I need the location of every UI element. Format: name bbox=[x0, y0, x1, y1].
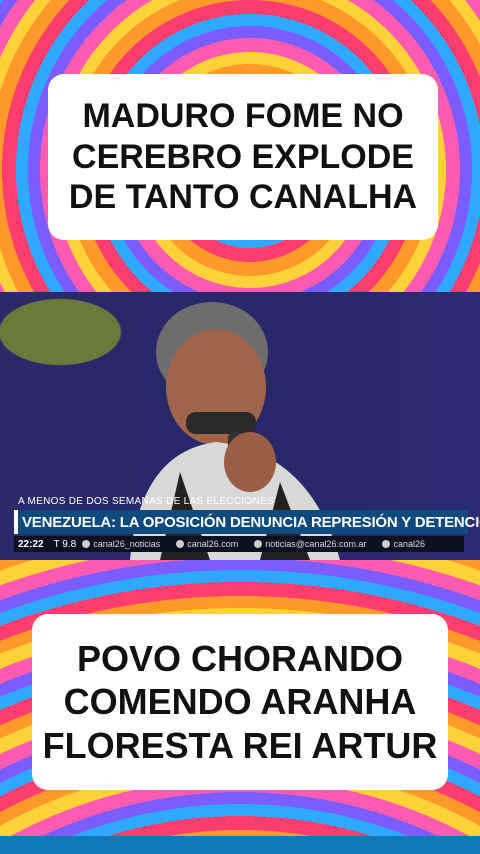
temperature: T 9.8 bbox=[53, 538, 77, 550]
ticker-label: canal26.com bbox=[187, 539, 239, 549]
ticker-item-twitter: canal26_noticias bbox=[82, 539, 176, 549]
news-kicker: A MENOS DE DOS SEMANAS DE LAS ELECCIONES bbox=[18, 496, 274, 507]
news-video-frame[interactable]: A MENOS DE DOS SEMANAS DE LAS ELECCIONES… bbox=[0, 292, 480, 560]
ticker-item-email: noticias@canal26.com.ar bbox=[254, 539, 382, 549]
bottom-caption-card: POVO CHORANDO COMENDO ARANHA FLORESTA RE… bbox=[32, 614, 448, 790]
ticker-item-web: canal26.com bbox=[176, 539, 254, 549]
ticker-item-instagram: canal26 bbox=[382, 539, 441, 549]
globe-icon bbox=[176, 540, 185, 548]
headline-bar: VENEZUELA: LA OPOSICIÓN DENUNCIA REPRESI… bbox=[14, 510, 480, 534]
news-ticker: 22:22 T 9.8 canal26_noticias canal26.com… bbox=[14, 536, 464, 552]
ticker-label: canal26 bbox=[393, 539, 425, 549]
bottom-strip bbox=[0, 836, 480, 854]
ticker-label: noticias@canal26.com.ar bbox=[265, 539, 367, 549]
twitter-icon bbox=[82, 540, 91, 548]
bottom-caption: POVO CHORANDO COMENDO ARANHA FLORESTA RE… bbox=[42, 638, 438, 766]
instagram-icon bbox=[382, 540, 391, 548]
news-lower-third: A MENOS DE DOS SEMANAS DE LAS ELECCIONES… bbox=[0, 492, 480, 560]
news-headline: VENEZUELA: LA OPOSICIÓN DENUNCIA REPRESI… bbox=[22, 513, 480, 531]
top-caption-card: MADURO FOME NO CEREBRO EXPLODE DE TANTO … bbox=[48, 74, 438, 240]
clock: 22:22 bbox=[14, 538, 48, 550]
ticker-label: canal26_noticias bbox=[93, 539, 161, 549]
top-caption: MADURO FOME NO CEREBRO EXPLODE DE TANTO … bbox=[68, 96, 418, 217]
email-icon bbox=[254, 540, 263, 548]
